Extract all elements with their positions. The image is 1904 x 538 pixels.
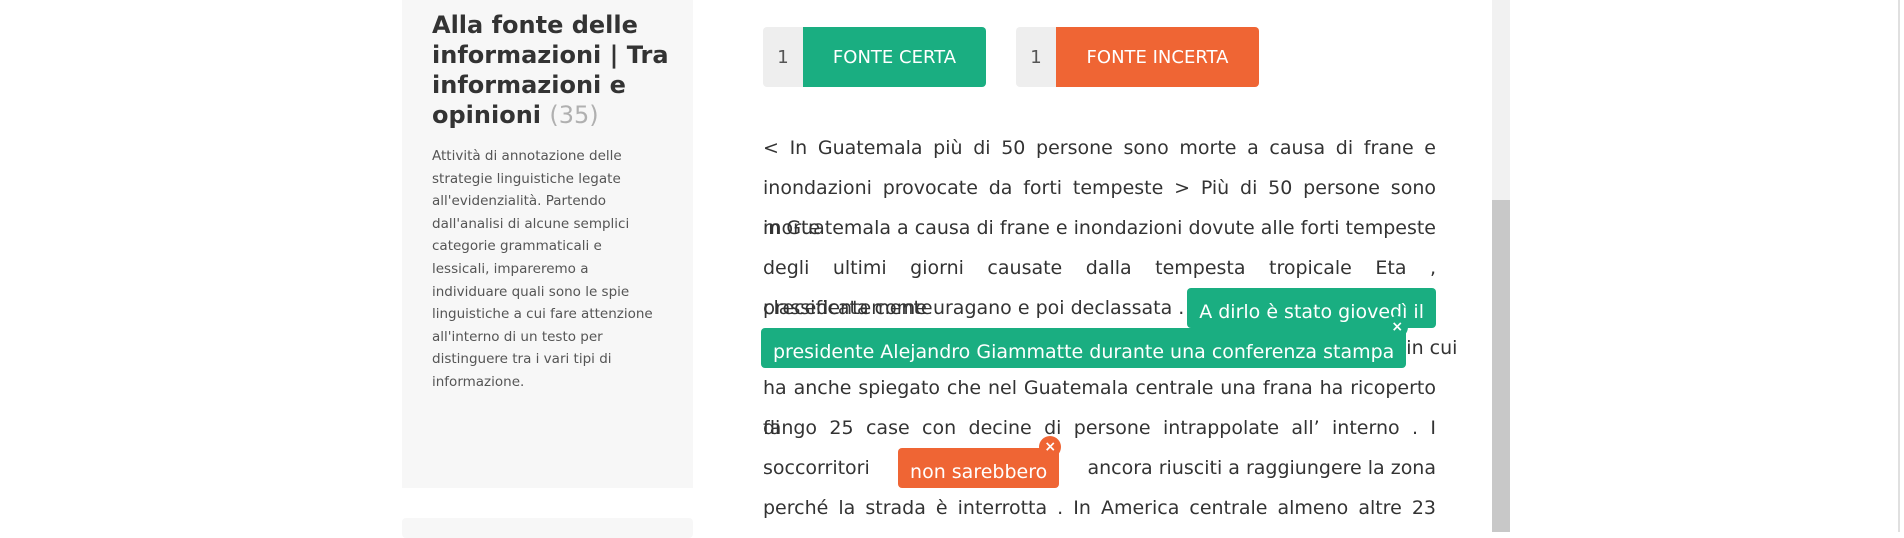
text-segment: soccorritori [763,457,870,479]
close-icon[interactable]: × [1039,436,1062,458]
text-segment: ancora riusciti a raggiungere la zona [1087,457,1436,479]
fonte-certa-count: 1 [763,27,803,87]
text-line: < In Guatemala più di 50 persone sono mo… [763,137,1436,159]
text-line: inondazioni provocate da forti tempeste … [763,177,1436,239]
text-line: soccorritori non sarebbero × ancora riusc… [763,436,1436,488]
annotation-text: < In Guatemala più di 50 persone sono mo… [761,128,1457,528]
annotation-incerta-text: non sarebbero [910,461,1048,483]
annotation-certa-text: presidente Alejandro Giammatte durante u… [773,341,1395,363]
fonte-certa-label: FONTE CERTA [803,27,986,87]
text-line: presidente Alejandro Giammatte durante u… [761,316,1457,368]
fonte-incerta-button[interactable]: 1 FONTE INCERTA [1016,27,1259,87]
text-segment: classificata come uragano e poi declassa… [763,297,1185,319]
text-line: fango 25 case con decine di persone intr… [763,417,1436,439]
text-line: classificata come uragano e poi declassa… [763,288,1436,328]
fonte-incerta-label: FONTE INCERTA [1056,27,1259,87]
annotation-incerta[interactable]: non sarebbero × [898,436,1062,488]
sidebar-panel-secondary [402,518,693,538]
text-line: degli ultimi giorni causate dalla tempes… [763,257,1436,319]
window-edge [1898,0,1900,532]
scrollbar-thumb[interactable] [1492,200,1510,532]
close-icon[interactable]: × [1386,316,1409,338]
text-segment: in cui [1406,337,1458,359]
fonte-incerta-count: 1 [1016,27,1056,87]
fonte-certa-button[interactable]: 1 FONTE CERTA [763,27,986,87]
activity-title: Alla fonte delle informazioni | Tra info… [432,10,682,130]
activity-description: Attività di annotazione delle strategie … [432,148,653,390]
text-line: perché la strada è interrotta . In Ameri… [763,497,1436,519]
text-line: in Guatemala a causa di frane e inondazi… [763,217,1436,239]
annotation-certa-part2[interactable]: presidente Alejandro Giammatte durante u… [761,316,1409,368]
activity-count: (35) [549,101,599,129]
text-line: ha anche spiegato che nel Guatemala cent… [763,377,1436,439]
